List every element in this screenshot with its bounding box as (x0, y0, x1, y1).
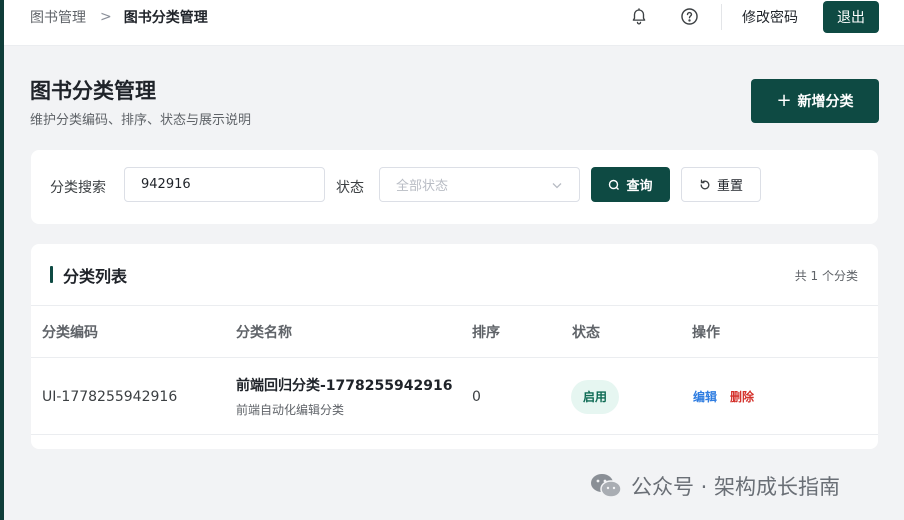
watermark: 公众号 · 架构成长指南 (589, 466, 840, 506)
left-edge-strip (0, 0, 4, 520)
topbar-divider (721, 4, 722, 30)
category-list-card: 分类列表 共 1 个分类 分类编码 分类名称 排序 状态 操作 UI-17782… (31, 244, 878, 449)
question-circle-icon[interactable] (678, 5, 700, 27)
page-title: 图书分类管理 (30, 79, 156, 103)
delete-link[interactable]: 删除 (730, 388, 754, 405)
category-name: 前端回归分类-1778255942916 (236, 378, 453, 394)
breadcrumb-current: 图书分类管理 (123, 10, 208, 26)
column-header-code: 分类编码 (42, 325, 98, 341)
add-category-label: 新增分类 (797, 94, 854, 110)
search-icon (609, 179, 620, 190)
column-header-name: 分类名称 (236, 325, 292, 341)
cell-status: 启用 (571, 358, 619, 435)
watermark-text: 公众号 · 架构成长指南 (631, 475, 841, 499)
list-title: 分类列表 (63, 267, 128, 286)
wechat-icon (591, 474, 622, 498)
filter-card: 分类搜索 状态 全部状态 查询 重置 (31, 150, 878, 224)
reset-button[interactable]: 重置 (681, 167, 761, 202)
status-select[interactable]: 全部状态 (379, 167, 580, 202)
list-header: 分类列表 共 1 个分类 (31, 244, 878, 306)
search-input[interactable] (124, 167, 325, 202)
bell-icon[interactable] (628, 5, 650, 27)
change-password-link[interactable]: 修改密码 (742, 0, 798, 34)
table-header: 分类编码 分类名称 排序 状态 操作 (31, 306, 878, 358)
logout-button[interactable]: 退出 (823, 1, 879, 33)
edit-link[interactable]: 编辑 (693, 388, 717, 405)
breadcrumb: 图书管理 > 图书分类管理 (30, 0, 208, 34)
status-badge: 启用 (571, 379, 619, 414)
search-label: 分类搜索 (50, 180, 106, 196)
status-select-placeholder: 全部状态 (396, 179, 449, 194)
breadcrumb-separator: > (100, 9, 112, 25)
breadcrumb-parent[interactable]: 图书管理 (30, 7, 86, 27)
query-button[interactable]: 查询 (591, 167, 670, 202)
refresh-icon (700, 179, 710, 189)
column-header-actions: 操作 (692, 325, 720, 341)
list-title-accent (50, 266, 53, 283)
category-description: 前端自动化编辑分类 (236, 403, 345, 417)
plus-icon: + (776, 90, 792, 111)
top-bar: 图书管理 > 图书分类管理 修改密码 退出 (4, 0, 904, 46)
cell-actions: 编辑 删除 (693, 358, 754, 435)
query-button-label: 查询 (626, 179, 653, 194)
column-header-sort: 排序 (472, 325, 500, 341)
column-header-status: 状态 (572, 325, 600, 341)
page-subtitle: 维护分类编码、排序、状态与展示说明 (30, 113, 252, 128)
cell-code: UI-1778255942916 (42, 388, 178, 405)
list-count: 共 1 个分类 (794, 268, 858, 283)
cell-name: 前端回归分类-1778255942916 前端自动化编辑分类 (236, 358, 452, 435)
chevron-down-icon (552, 182, 562, 188)
cell-sort: 0 (472, 388, 481, 405)
status-label: 状态 (336, 180, 364, 196)
table-row: UI-1778255942916 前端回归分类-1778255942916 前端… (31, 358, 878, 435)
add-category-button[interactable]: + 新增分类 (751, 79, 879, 123)
reset-button-label: 重置 (716, 179, 743, 194)
